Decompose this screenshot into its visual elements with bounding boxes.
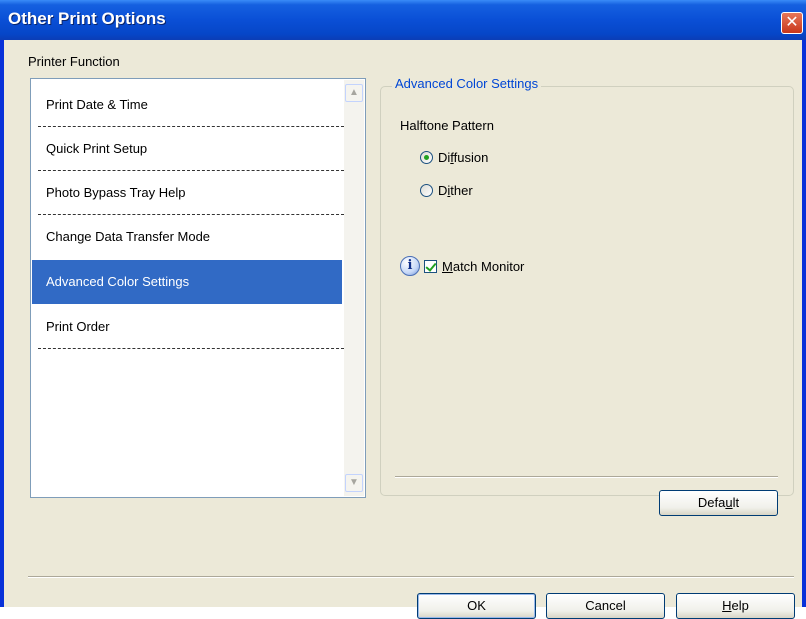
scroll-down-button[interactable]: ▼ bbox=[345, 474, 363, 492]
help-button[interactable]: Help bbox=[676, 593, 795, 619]
halftone-pattern-label: Halftone Pattern bbox=[400, 118, 494, 133]
scroll-up-button[interactable]: ▲ bbox=[345, 84, 363, 102]
list-item-advanced-color-settings[interactable]: Advanced Color Settings bbox=[32, 260, 342, 304]
list-item-print-order[interactable]: Print Order bbox=[32, 305, 344, 349]
list-scrollbar[interactable]: ▲ ▼ bbox=[344, 80, 364, 496]
match-monitor-row: i Match Monitor bbox=[400, 256, 524, 276]
dither-radio[interactable] bbox=[420, 184, 433, 197]
close-button[interactable]: ✕ bbox=[781, 12, 803, 34]
list-item-quick-print-setup[interactable]: Quick Print Setup bbox=[32, 127, 344, 171]
list-item-label: Quick Print Setup bbox=[46, 141, 148, 156]
window-title: Other Print Options bbox=[8, 9, 166, 28]
list-item-label: Change Data Transfer Mode bbox=[46, 229, 211, 244]
dither-label: Dither bbox=[438, 183, 473, 198]
chevron-up-icon: ▲ bbox=[349, 87, 359, 98]
info-icon[interactable]: i bbox=[400, 256, 420, 276]
panel-legend: Advanced Color Settings bbox=[392, 76, 542, 91]
printer-function-label: Printer Function bbox=[28, 54, 120, 69]
bottom-divider bbox=[28, 576, 794, 578]
diffusion-label: Diffusion bbox=[438, 150, 489, 165]
advanced-color-settings-panel bbox=[380, 86, 794, 496]
dashed-separator bbox=[38, 348, 344, 349]
match-monitor-checkbox[interactable] bbox=[424, 259, 437, 273]
list-item-label: Print Date & Time bbox=[46, 97, 148, 112]
diffusion-radio-option[interactable]: Diffusion bbox=[420, 150, 488, 165]
cancel-button[interactable]: Cancel bbox=[546, 593, 665, 619]
list-item-label: Photo Bypass Tray Help bbox=[46, 185, 186, 200]
list-item-label: Print Order bbox=[46, 319, 110, 334]
title-bar[interactable]: Other Print Options ✕ bbox=[0, 0, 806, 40]
dither-radio-option[interactable]: Dither bbox=[420, 183, 473, 198]
default-button[interactable]: Default bbox=[659, 490, 778, 516]
chevron-down-icon: ▼ bbox=[349, 477, 359, 488]
diffusion-radio[interactable] bbox=[420, 151, 433, 164]
close-icon: ✕ bbox=[785, 14, 799, 31]
match-monitor-label[interactable]: Match Monitor bbox=[442, 259, 524, 274]
list-item-label: Advanced Color Settings bbox=[46, 274, 190, 289]
printer-function-list[interactable]: Print Date & Time Quick Print Setup Phot… bbox=[30, 78, 366, 498]
panel-divider bbox=[395, 476, 778, 478]
ok-button[interactable]: OK bbox=[417, 593, 536, 619]
list-item-photo-bypass-tray-help[interactable]: Photo Bypass Tray Help bbox=[32, 171, 344, 215]
list-item-change-data-transfer-mode[interactable]: Change Data Transfer Mode bbox=[32, 215, 342, 259]
list-item-print-date-time[interactable]: Print Date & Time bbox=[32, 83, 344, 127]
